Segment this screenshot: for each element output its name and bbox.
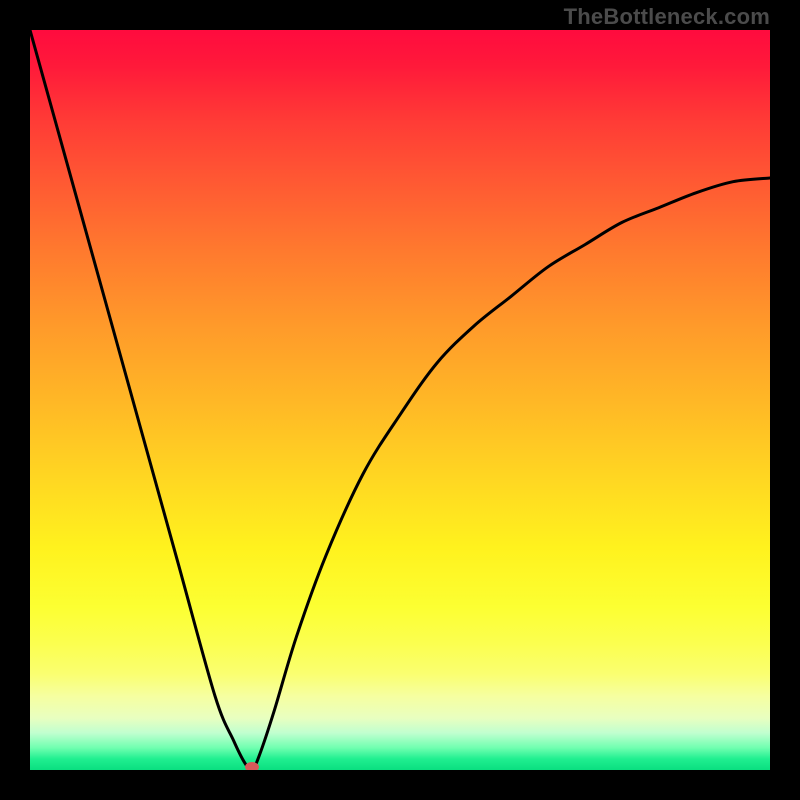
chart-frame: TheBottleneck.com [0, 0, 800, 800]
curve-svg [30, 30, 770, 770]
plot-area [30, 30, 770, 770]
watermark-text: TheBottleneck.com [564, 4, 770, 30]
bottleneck-curve [30, 30, 770, 770]
